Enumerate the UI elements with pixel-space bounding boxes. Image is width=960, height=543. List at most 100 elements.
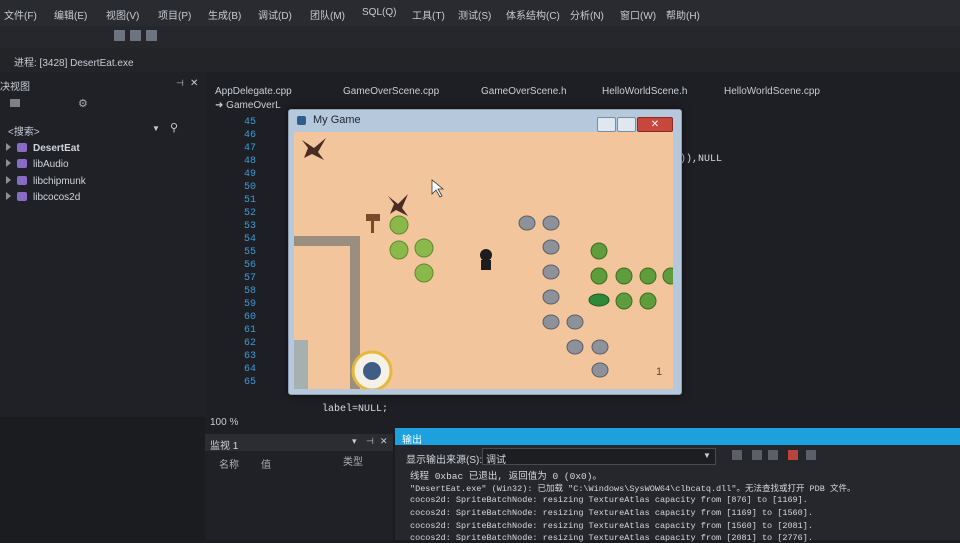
- tab-appdelegate-cpp[interactable]: AppDelegate.cpp: [215, 86, 292, 97]
- menu-view[interactable]: 视图(V): [106, 7, 139, 22]
- player-character: [480, 249, 492, 261]
- tree-item-libaudio[interactable]: libAudio: [6, 159, 69, 170]
- joystick-knob[interactable]: [363, 362, 381, 380]
- line-number: 59: [243, 299, 256, 310]
- output-source-label: 显示输出来源(S):: [406, 455, 483, 466]
- line-number: 51: [243, 195, 256, 206]
- menu-project[interactable]: 项目(P): [158, 7, 191, 22]
- process-label: 进程: [3428] DesertEat.exe: [14, 58, 134, 69]
- tab-helloworldscene-h[interactable]: HelloWorldScene.h: [602, 86, 687, 97]
- pin-icon[interactable]: ⊣: [176, 78, 184, 89]
- menu-analyze[interactable]: 分析(N): [570, 7, 604, 22]
- green-bush: [590, 267, 608, 285]
- line-number: 58: [243, 286, 256, 297]
- output-line: "DesertEat.exe" (Win32): 已加载 "C:\Windows…: [410, 484, 856, 494]
- toolbar-button[interactable]: [130, 30, 141, 41]
- green-bush: [662, 267, 673, 285]
- line-number: 64: [243, 364, 256, 375]
- line-number: 54: [243, 234, 256, 245]
- rock: [591, 339, 609, 355]
- menu-architecture[interactable]: 体系结构(C): [506, 7, 560, 22]
- green-bush: [639, 292, 657, 310]
- close-icon[interactable]: ✕: [190, 78, 198, 89]
- search-field[interactable]: <搜索>: [8, 123, 40, 138]
- tree-item-libchipmunk[interactable]: libchipmunk: [6, 176, 86, 187]
- zoom-level[interactable]: 100 %: [210, 417, 238, 428]
- expand-icon[interactable]: [6, 159, 11, 167]
- watermelon-food: [588, 293, 610, 307]
- tab-gameoverscene-h[interactable]: GameOverScene.h: [481, 86, 567, 97]
- menu-bar: 文件(F) 编辑(E) 视图(V) 项目(P) 生成(B) 调试(D) 团队(M…: [0, 0, 960, 26]
- signpost: [366, 214, 380, 221]
- project-icon: [17, 192, 27, 201]
- menu-help[interactable]: 帮助(H): [666, 7, 700, 22]
- expand-icon[interactable]: [6, 176, 11, 184]
- close-icon[interactable]: ✕: [380, 436, 388, 447]
- cactus-bush: [414, 263, 434, 283]
- rock: [566, 339, 584, 355]
- rock: [542, 215, 560, 231]
- line-number: 55: [243, 247, 256, 258]
- menu-team[interactable]: 团队(M): [310, 7, 345, 22]
- game-window-title: My Game: [313, 114, 361, 126]
- menu-tools[interactable]: 工具(T): [412, 7, 445, 22]
- cactus-bush: [389, 215, 409, 235]
- expand-icon[interactable]: [6, 192, 11, 200]
- menu-file[interactable]: 文件(F): [4, 7, 37, 22]
- tab-helloworldscene-cpp[interactable]: HelloWorldScene.cpp: [724, 86, 820, 97]
- player-character: [481, 260, 491, 270]
- menu-window[interactable]: 窗口(W): [620, 7, 656, 22]
- column-name[interactable]: 名称: [219, 456, 239, 471]
- output-line: cocos2d: SpriteBatchNode: resizing Textu…: [410, 533, 813, 543]
- game-canvas[interactable]: [294, 132, 673, 389]
- menu-edit[interactable]: 编辑(E): [54, 7, 87, 22]
- green-bush: [615, 267, 633, 285]
- line-number: 47: [243, 143, 256, 154]
- water-tile: [294, 340, 308, 389]
- menu-test[interactable]: 测试(S): [458, 7, 491, 22]
- chevron-down-icon[interactable]: ▼: [152, 124, 160, 133]
- tab-gameoverscene-cpp[interactable]: GameOverScene.cpp: [343, 86, 439, 97]
- next-message-icon[interactable]: [768, 450, 778, 460]
- find-icon[interactable]: [732, 450, 742, 460]
- folder-icon[interactable]: [10, 99, 20, 107]
- line-number: 49: [243, 169, 256, 180]
- tree-item-libcocos2d[interactable]: libcocos2d: [6, 192, 80, 203]
- menu-sql[interactable]: SQL(Q): [362, 7, 396, 18]
- clear-all-icon[interactable]: [788, 450, 798, 460]
- game-scene: [294, 138, 673, 389]
- app-icon: [297, 116, 306, 125]
- word-wrap-icon[interactable]: [806, 450, 816, 460]
- output-header: 输出: [395, 428, 960, 446]
- chevron-down-icon[interactable]: ▼: [703, 451, 711, 460]
- column-value[interactable]: 值: [261, 456, 271, 471]
- green-bush: [615, 292, 633, 310]
- toolbar-button[interactable]: [114, 30, 125, 41]
- rock: [591, 362, 609, 378]
- dropdown-icon[interactable]: ▾: [352, 436, 357, 447]
- line-number: 52: [243, 208, 256, 219]
- close-button[interactable]: ✕: [637, 117, 673, 132]
- expand-icon[interactable]: [6, 143, 11, 151]
- toolbar: [0, 26, 960, 48]
- column-type[interactable]: 类型: [343, 453, 363, 468]
- prev-message-icon[interactable]: [752, 450, 762, 460]
- menu-build[interactable]: 生成(B): [208, 7, 241, 22]
- maximize-button[interactable]: [617, 117, 636, 132]
- minimize-button[interactable]: [597, 117, 616, 132]
- output-source-select[interactable]: 调试 ▼: [482, 448, 716, 466]
- tree-item-deserteat[interactable]: DesertEat: [6, 143, 80, 154]
- line-number: 65: [243, 377, 256, 388]
- project-icon: [17, 159, 27, 168]
- cursor-icon: [431, 179, 445, 198]
- line-number: 45: [243, 117, 256, 128]
- menu-debug[interactable]: 调试(D): [258, 7, 292, 22]
- line-number: 62: [243, 338, 256, 349]
- gear-icon[interactable]: ⚙: [78, 97, 88, 110]
- code-line[interactable]: )),NULL: [680, 154, 722, 165]
- pin-icon[interactable]: ⊣: [366, 436, 374, 447]
- search-icon[interactable]: ⚲: [170, 121, 178, 134]
- toolbar-button[interactable]: [146, 30, 157, 41]
- tree-item-label: DesertEat: [33, 143, 80, 154]
- class-navigator[interactable]: ➜ GameOverL: [215, 100, 281, 111]
